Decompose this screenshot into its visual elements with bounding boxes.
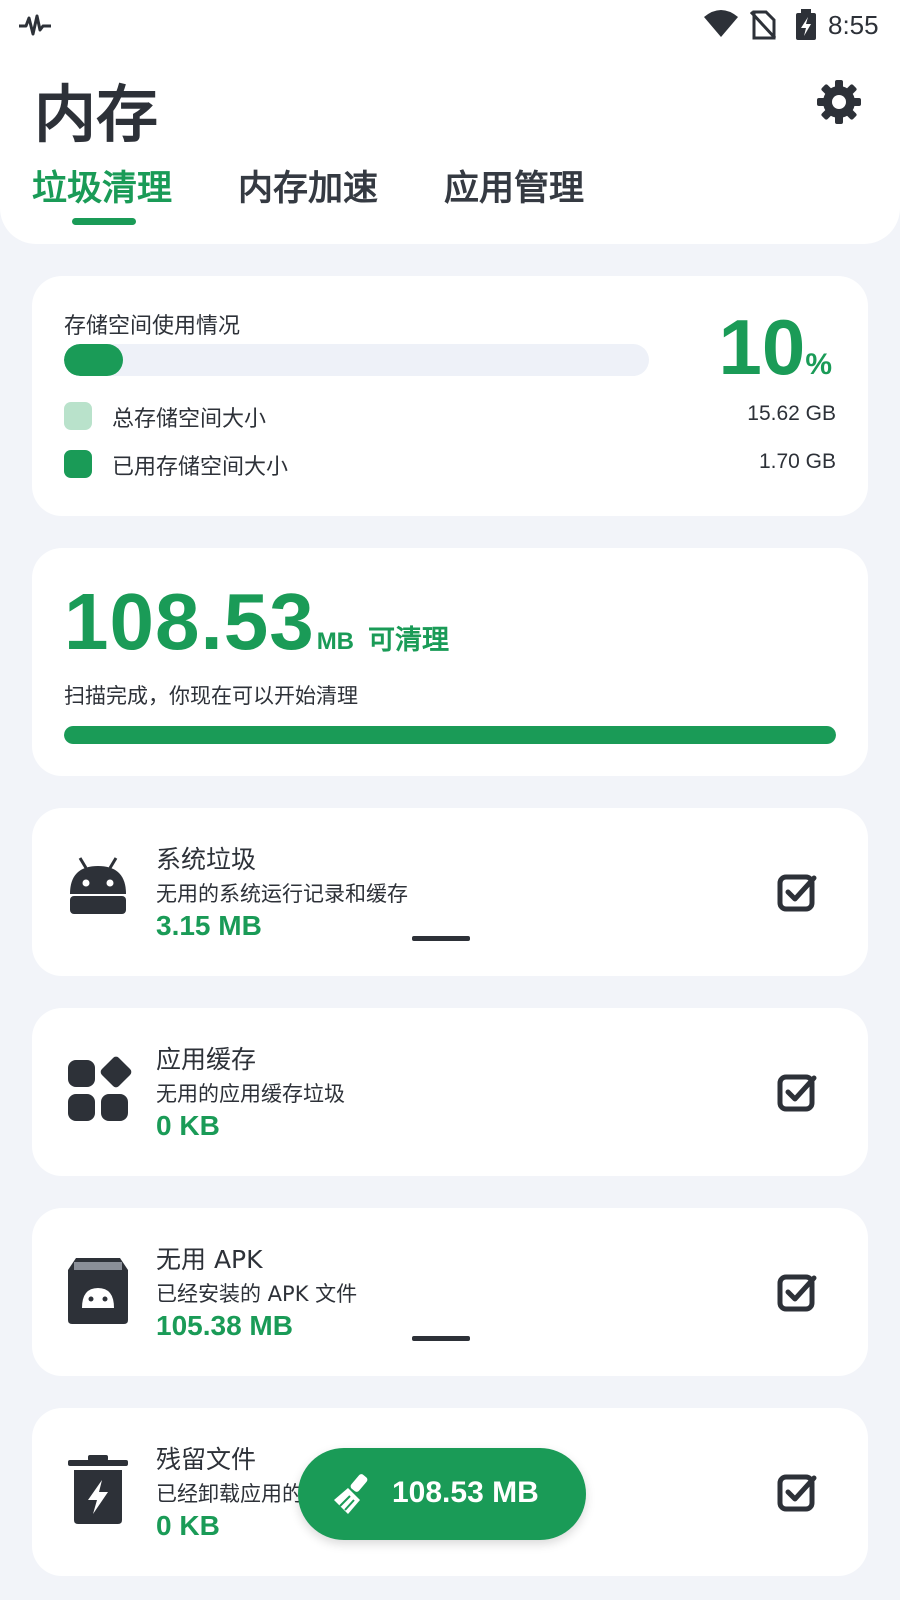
storage-usage-bar-fill	[64, 344, 123, 376]
junk-item-size: 0 KB	[156, 1510, 220, 1541]
legend-total-swatch	[64, 402, 92, 430]
status-bar: 8:55	[0, 0, 900, 50]
junk-item-desc: 已经安装的 APK 文件	[156, 1282, 358, 1306]
wifi-icon	[704, 10, 738, 37]
no-sim-icon	[750, 10, 776, 40]
checkbox-checked-icon[interactable]	[777, 872, 817, 912]
junk-item-system[interactable]: 系统垃圾 无用的系统运行记录和缓存 3.15 MB	[32, 808, 868, 976]
tab-app-manager[interactable]: 应用管理	[444, 160, 584, 211]
legend-used-value: 1.70 GB	[758, 450, 836, 473]
android-icon	[70, 857, 126, 914]
storage-percent-value: 10	[718, 303, 806, 391]
checkbox-checked-icon[interactable]	[777, 1272, 817, 1312]
battery-charging-icon	[796, 9, 816, 40]
cleanable-amount-unit: MB	[316, 628, 355, 655]
junk-item-title: 无用 APK	[156, 1245, 263, 1274]
legend-total-value: 15.62 GB	[747, 402, 836, 425]
checkbox-checked-icon[interactable]	[777, 1072, 817, 1112]
apk-box-icon	[68, 1258, 128, 1324]
legend-used-swatch	[64, 450, 92, 478]
storage-percent-unit: %	[805, 348, 832, 381]
drag-handle	[412, 936, 470, 941]
junk-item-apk[interactable]: 无用 APK 已经安装的 APK 文件 105.38 MB	[32, 1208, 868, 1376]
junk-item-desc: 无用的系统运行记录和缓存	[156, 882, 408, 906]
storage-usage-label: 存储空间使用情况	[64, 314, 241, 339]
legend-total-label: 总存储空间大小	[112, 407, 267, 432]
cleanable-amount-value: 108.53	[64, 577, 315, 666]
tab-junk-clean[interactable]: 垃圾清理	[32, 160, 172, 225]
scan-status-text: 扫描完成，你现在可以开始清理	[64, 684, 358, 708]
clock: 8:55	[828, 10, 879, 40]
clean-button-label: 108.53 MB	[392, 1476, 539, 1509]
tab-bar: 垃圾清理 内存加速 应用管理	[32, 160, 650, 225]
cleanable-tag: 可清理	[368, 625, 450, 656]
drag-handle	[412, 1336, 470, 1341]
legend-used-label: 已用存储空间大小	[112, 455, 289, 480]
junk-item-title: 残留文件	[156, 1445, 257, 1474]
checkbox-checked-icon[interactable]	[777, 1472, 817, 1512]
storage-usage-card: 存储空间使用情况 10% 总存储空间大小 15.62 GB 已用存储空间大小 1…	[32, 276, 868, 516]
legend-used-storage: 已用存储空间大小 1.70 GB	[64, 448, 836, 480]
junk-item-title: 应用缓存	[156, 1045, 257, 1074]
scan-progress-bar	[64, 726, 836, 744]
tab-memory-boost[interactable]: 内存加速	[238, 160, 378, 211]
page-title: 内存	[34, 78, 159, 151]
scan-progress-bar-fill	[64, 726, 836, 744]
apps-grid-icon	[68, 1056, 132, 1121]
storage-percent: 10%	[719, 302, 832, 393]
junk-item-size: 0 KB	[156, 1110, 220, 1141]
junk-item-app-cache[interactable]: 应用缓存 无用的应用缓存垃圾 0 KB	[32, 1008, 868, 1176]
trash-bolt-icon	[68, 1455, 128, 1524]
broom-icon	[334, 1474, 368, 1514]
clean-button[interactable]: 108.53 MB	[298, 1448, 586, 1540]
junk-item-desc: 已经卸载应用的	[156, 1482, 303, 1506]
junk-item-size: 105.38 MB	[156, 1310, 293, 1341]
junk-item-size: 3.15 MB	[156, 910, 262, 941]
junk-item-desc: 无用的应用缓存垃圾	[156, 1082, 345, 1106]
junk-item-title: 系统垃圾	[156, 845, 257, 874]
cleanable-amount: 108.53MB 可清理	[64, 576, 449, 668]
cleanable-summary-card: 108.53MB 可清理 扫描完成，你现在可以开始清理	[32, 548, 868, 776]
legend-total-storage: 总存储空间大小 15.62 GB	[64, 400, 836, 432]
gear-icon[interactable]	[815, 78, 863, 126]
storage-usage-bar	[64, 344, 649, 376]
activity-pulse-icon	[19, 14, 51, 36]
